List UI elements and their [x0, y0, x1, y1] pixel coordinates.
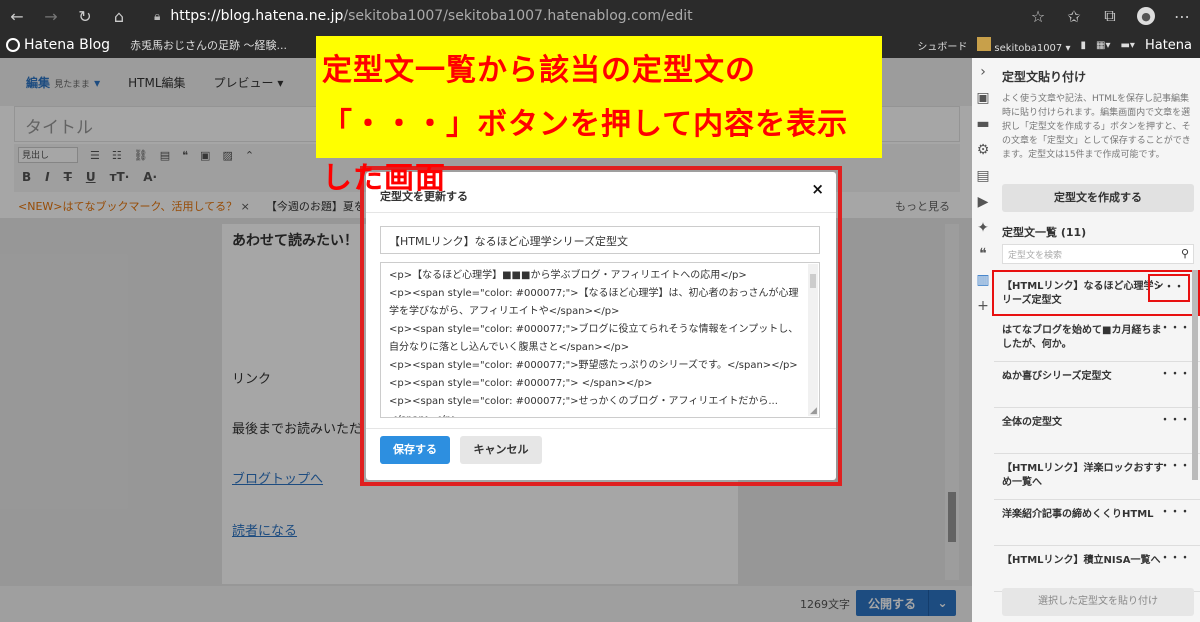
resize-handle-icon[interactable]: ◢ — [810, 406, 817, 416]
more-dots-button[interactable]: ・・・ — [1160, 552, 1190, 566]
notification-icon[interactable]: ▬▾ — [1120, 40, 1134, 51]
more-icon[interactable]: ⋯ — [1164, 0, 1200, 32]
cancel-button[interactable]: キャンセル — [460, 436, 542, 464]
gear-icon[interactable]: ⚙ — [977, 142, 990, 158]
panel-scrollbar-thumb[interactable] — [1192, 270, 1198, 480]
list-item-label: 【HTMLリンク】なるほど心理学シリーズ定型文 — [1002, 281, 1164, 306]
modal-divider — [366, 428, 836, 429]
address-bar[interactable]: 🔒︎ https://blog.hatena.ne.jp/sekitoba100… — [146, 3, 1056, 29]
search-placeholder: 定型文を検索 — [1008, 251, 1063, 261]
list-item[interactable]: 【HTMLリンク】積立NISA一覧へ ・・・ — [994, 546, 1200, 592]
template-panel: 定型文貼り付け よく使う文章や記法、HTMLを保存し記事編集時に貼り付けられます… — [992, 58, 1200, 622]
photo-icon[interactable]: ▣ — [976, 90, 989, 106]
list-item[interactable]: ぬか喜びシリーズ定型文 ・・・ — [994, 362, 1200, 408]
list-item[interactable]: 洋楽紹介記事の締めくくりHTML ・・・ — [994, 500, 1200, 546]
search-icon[interactable]: ⚲ — [1181, 247, 1189, 260]
list-item-label: 【HTMLリンク】積立NISA一覧へ — [1002, 555, 1161, 566]
home-icon[interactable]: ⌂ — [102, 0, 136, 32]
sidebar-icon-column: › ▣ ▬ ⚙ ▤ ▶ ✦ ❝ ▥ + — [972, 58, 994, 622]
reload-icon[interactable]: ↻ — [68, 0, 102, 32]
list-item-label: はてなブログを始めて■カ月経ちましたが、何か。 — [1002, 325, 1162, 350]
list-item-label: ぬか喜びシリーズ定型文 — [1002, 371, 1112, 382]
template-list: 【HTMLリンク】なるほど心理学シリーズ定型文 ・・・ はてなブログを始めて■カ月… — [992, 270, 1200, 592]
url-path: /sekitoba1007/sekitoba1007.hatenablog.co… — [343, 8, 693, 24]
list-item[interactable]: はてなブログを始めて■カ月経ちましたが、何か。 ・・・ — [994, 316, 1200, 362]
dashboard-link[interactable]: シュボード — [917, 38, 967, 53]
list-item-label: 【HTMLリンク】洋楽ロックおすすめ一覧へ — [1002, 463, 1164, 488]
bookmark-icon[interactable]: ▮ — [1081, 40, 1087, 51]
template-name-input[interactable]: 【HTMLリンク】なるほど心理学シリーズ定型文 — [380, 226, 820, 254]
hatena-logo[interactable]: Hatena — [1145, 38, 1192, 53]
star-icon[interactable]: ☆ — [1020, 0, 1056, 32]
twitter-icon[interactable]: ✦ — [977, 220, 989, 236]
plus-icon[interactable]: + — [977, 298, 989, 314]
body-line: <p><span style="color: #000077;"> </span… — [389, 378, 653, 389]
panel-scrollbar[interactable] — [1192, 270, 1198, 590]
apps-icon[interactable]: ▦▾ — [1096, 40, 1110, 51]
modal-divider — [366, 212, 836, 213]
youtube-icon[interactable]: ▶ — [978, 194, 989, 210]
body-line: <p><span style="color: #000077;">【なるほど心理… — [389, 288, 799, 317]
list-item-label: 洋楽紹介記事の締めくくりHTML — [1002, 509, 1154, 520]
url-host: https://blog.hatena.ne.jp — [170, 8, 344, 24]
more-dots-button[interactable]: ・・・ — [1160, 368, 1190, 382]
more-dots-button[interactable]: ・・・ — [1160, 506, 1190, 520]
chevron-right-icon[interactable]: › — [980, 64, 986, 80]
update-template-modal: 定型文を更新する × 【HTMLリンク】なるほど心理学シリーズ定型文 <p>【な… — [366, 172, 836, 480]
hatena-blog-logo[interactable]: Hatena Blog — [6, 37, 110, 53]
list-item[interactable]: 【HTMLリンク】なるほど心理学シリーズ定型文 ・・・ — [992, 270, 1200, 316]
forward-icon[interactable]: → — [34, 0, 68, 32]
save-button[interactable]: 保存する — [380, 436, 450, 464]
panel-title: 定型文貼り付け — [1002, 70, 1087, 84]
list-item[interactable]: 【HTMLリンク】洋楽ロックおすすめ一覧へ ・・・ — [994, 454, 1200, 500]
list-item-label: 全体の定型文 — [1002, 417, 1062, 428]
body-line: <p><span style="color: #000077;">ブログに役立て… — [389, 324, 799, 353]
textarea-scrollbar-thumb[interactable] — [810, 274, 816, 288]
profile-avatar[interactable]: ● — [1128, 0, 1164, 32]
folder-icon[interactable]: ▬ — [976, 116, 989, 132]
panel-description: よく使う文章や記法、HTMLを保存し記事編集時に貼り付けられます。編集画面内で文… — [1002, 94, 1191, 160]
body-line: <p>【なるほど心理学】■■■から学ぶブログ・アフィリエイトへの応用</p> — [389, 270, 747, 281]
quote-icon[interactable]: ❝ — [979, 246, 987, 262]
browser-toolbar: ← → ↻ ⌂ 🔒︎ https://blog.hatena.ne.jp/sek… — [0, 0, 1200, 32]
more-dots-button[interactable]: ・・・ — [1160, 322, 1190, 336]
user-name: sekitoba1007 — [994, 42, 1063, 54]
hatena-blog-logo-text: Hatena Blog — [24, 37, 111, 53]
document-icon[interactable]: ▤ — [976, 168, 989, 184]
template-search-input[interactable]: 定型文を検索 ⚲ — [1002, 244, 1194, 264]
clipboard-icon[interactable]: ▥ — [976, 272, 989, 288]
back-icon[interactable]: ← — [0, 0, 34, 32]
template-body-textarea[interactable]: <p>【なるほど心理学】■■■から学ぶブログ・アフィリエイトへの応用</p> <… — [380, 262, 820, 418]
create-template-button[interactable]: 定型文を作成する — [1002, 184, 1194, 212]
favorites-icon[interactable]: ✩ — [1056, 0, 1092, 32]
collections-icon[interactable]: ⧉ — [1092, 0, 1128, 32]
textarea-scrollbar[interactable] — [808, 264, 818, 416]
annotation-line-2: 「・・・」ボタンを押して内容を表示した画面 — [322, 107, 849, 196]
body-line: <p><span style="color: #000077;">野望感たっぷり… — [389, 360, 798, 371]
blog-name[interactable]: 赤兎馬おじさんの足跡 〜経験... — [130, 37, 287, 53]
more-dots-button[interactable]: ・・・ — [1160, 460, 1190, 474]
template-list-title: 定型文一覧 (11) — [1002, 226, 1087, 239]
paste-template-button[interactable]: 選択した定型文を貼り付け — [1002, 588, 1194, 616]
lock-icon: 🔒︎ — [154, 8, 161, 23]
list-item[interactable]: 全体の定型文 ・・・ — [994, 408, 1200, 454]
more-dots-button[interactable]: ・・・ — [1160, 414, 1190, 428]
body-line: <p><span style="color: #000077;">せっかくのブロ… — [389, 396, 778, 417]
annotation-callout: 定型文一覧から該当の定型文の 「・・・」ボタンを押して内容を表示した画面 — [316, 36, 882, 196]
more-dots-button[interactable]: ・・・ — [1148, 274, 1190, 302]
user-icon — [977, 36, 992, 51]
annotation-line-1: 定型文一覧から該当の定型文の — [322, 53, 756, 88]
user-menu[interactable]: sekitoba1007 ▾ — [977, 36, 1071, 54]
